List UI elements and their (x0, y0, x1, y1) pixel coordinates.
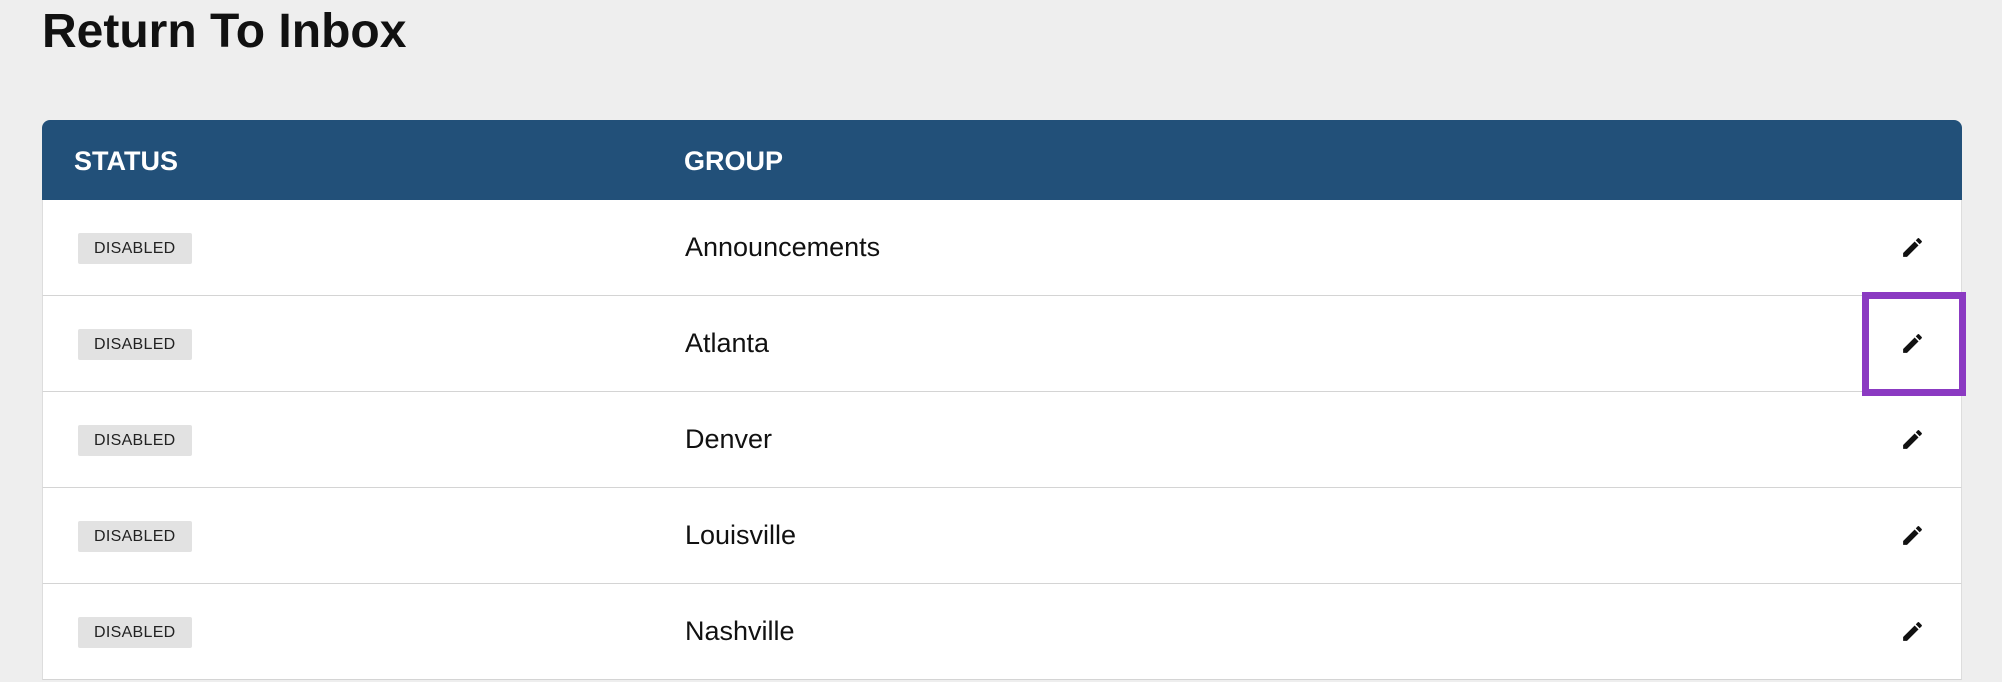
group-name: Denver (685, 424, 773, 454)
pencil-icon (1902, 621, 1922, 641)
status-badge: DISABLED (78, 425, 192, 456)
edit-button[interactable] (1887, 414, 1937, 464)
groups-table: STATUS GROUP DISABLED Announcements DISA… (42, 120, 1962, 680)
status-badge: DISABLED (78, 329, 192, 360)
table-row: DISABLED Louisville (42, 488, 1962, 584)
table-row: DISABLED Announcements (42, 200, 1962, 296)
table-header: STATUS GROUP (42, 120, 1962, 200)
edit-button[interactable] (1887, 606, 1937, 656)
table-row: DISABLED Atlanta (42, 296, 1962, 392)
group-name: Announcements (685, 232, 881, 262)
pencil-icon (1902, 429, 1922, 449)
table-row: DISABLED Denver (42, 392, 1962, 488)
edit-button[interactable] (1887, 318, 1937, 368)
status-badge: DISABLED (78, 521, 192, 552)
table-row: DISABLED Nashville (42, 584, 1962, 680)
column-header-group[interactable]: GROUP (684, 120, 783, 202)
group-name: Atlanta (685, 328, 770, 358)
pencil-icon (1902, 333, 1922, 353)
pencil-icon (1902, 525, 1922, 545)
pencil-icon (1902, 237, 1922, 257)
column-header-status[interactable]: STATUS (74, 120, 178, 202)
edit-button[interactable] (1887, 510, 1937, 560)
group-name: Nashville (685, 616, 795, 646)
edit-button[interactable] (1887, 222, 1937, 272)
status-badge: DISABLED (78, 233, 192, 264)
group-name: Louisville (685, 520, 797, 550)
status-badge: DISABLED (78, 617, 192, 648)
page-title: Return To Inbox (42, 5, 407, 58)
